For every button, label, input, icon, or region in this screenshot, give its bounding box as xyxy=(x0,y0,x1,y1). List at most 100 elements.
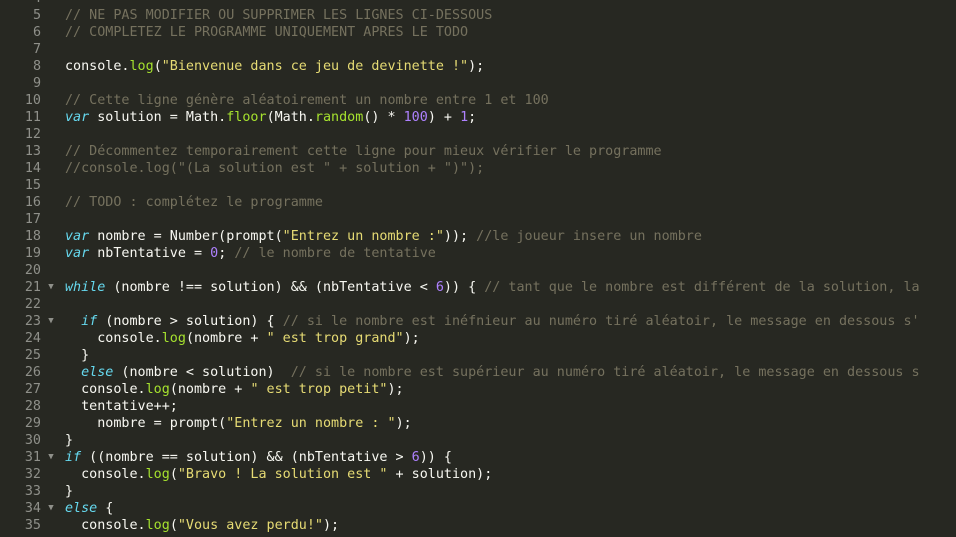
token-string: "Vous avez perdu!" xyxy=(177,518,323,533)
token-comment: // Cette ligne génère aléatoirement un n… xyxy=(65,93,549,108)
token-keyword: while xyxy=(65,280,106,295)
code-text: nombre = prompt("Entrez un nombre : "); xyxy=(65,415,412,432)
line-number: 13 xyxy=(24,144,41,159)
code-line[interactable]: 19 var nbTentative = 0; // le nombre de t… xyxy=(0,245,956,262)
token-keyword: var xyxy=(65,110,90,125)
code-line[interactable]: 27 console.log(nombre + " est trop petit… xyxy=(0,381,956,398)
code-line[interactable]: 29 nombre = prompt("Entrez un nombre : "… xyxy=(0,415,956,432)
fold-arrow-icon[interactable]: ▼ xyxy=(45,500,57,517)
token-keyword: else xyxy=(65,501,98,516)
code-line[interactable]: 14 //console.log("(La solution est " + so… xyxy=(0,160,956,177)
line-number: 18 xyxy=(24,229,41,244)
code-line[interactable]: 31 ▼ if ((nombre == solution) && (nbTentat… xyxy=(0,449,956,466)
code-line[interactable]: 28 tentative++; xyxy=(0,398,956,415)
code-line[interactable]: 18 var nombre = Number(prompt("Entrez un … xyxy=(0,228,956,245)
token-plain: (nombre + xyxy=(185,331,267,346)
code-line[interactable]: 6 // COMPLETEZ LE PROGRAMME UNIQUEMENT AP… xyxy=(0,24,956,41)
fold-arrow-icon[interactable]: ▼ xyxy=(45,313,57,330)
code-line[interactable]: 12 xyxy=(0,126,956,143)
code-line[interactable]: 21 ▼ while (nombre !== solution) && (nbTen… xyxy=(0,279,956,296)
code-line[interactable]: 10 // Cette ligne génère aléatoirement un… xyxy=(0,92,956,109)
code-line[interactable]: 26 else (nombre < solution) // si le nom… xyxy=(0,364,956,381)
token-plain: ((nombre == solution) && (nbTentative > xyxy=(81,450,412,465)
token-method: log xyxy=(145,382,170,397)
code-line[interactable]: 16 // TODO : complétez le programme xyxy=(0,194,956,211)
code-line[interactable]: 4 xyxy=(0,0,956,7)
line-number: 32 xyxy=(24,467,41,482)
code-line[interactable]: 13 // Décommentez temporairement cette li… xyxy=(0,143,956,160)
code-line[interactable]: 9 xyxy=(0,75,956,92)
token-number: 6 xyxy=(411,450,420,465)
line-number: 22 xyxy=(24,297,41,312)
code-line[interactable]: 23 ▼ if (nombre > solution) { // si le no… xyxy=(0,313,956,330)
code-text: if (nombre > solution) { // si le nombre… xyxy=(65,313,919,330)
line-number: 14 xyxy=(24,161,41,176)
code-text: console.log("Vous avez perdu!"); xyxy=(65,517,339,534)
code-line[interactable]: 34 ▼ else { xyxy=(0,500,956,517)
token-plain: () * xyxy=(363,110,404,125)
code-lines[interactable]: 45 // NE PAS MODIFIER OU SUPPRIMER LES LI… xyxy=(0,0,956,534)
code-text: tentative++; xyxy=(65,398,178,415)
token-plain: )) { xyxy=(443,280,485,295)
code-line[interactable]: 11 var solution = Math.floor(Math.random(… xyxy=(0,109,956,126)
code-line[interactable]: 32 console.log("Bravo ! La solution est … xyxy=(0,466,956,483)
token-plain: { xyxy=(97,501,114,516)
token-keyword: else xyxy=(81,365,114,380)
token-string: "Bravo ! La solution est " xyxy=(177,467,388,482)
code-line[interactable]: 8 console.log("Bienvenue dans ce jeu de d… xyxy=(0,58,956,75)
line-number: 25 xyxy=(24,348,41,363)
token-plain: console. xyxy=(65,518,146,533)
code-text: while (nombre !== solution) && (nbTentat… xyxy=(65,279,920,296)
token-plain: solution = Math. xyxy=(89,110,227,125)
token-plain: ); xyxy=(387,382,404,397)
code-line[interactable]: 30} xyxy=(0,432,956,449)
code-line[interactable]: 20 xyxy=(0,262,956,279)
code-text: } xyxy=(65,432,73,449)
code-line[interactable]: 22 xyxy=(0,296,956,313)
code-text: if ((nombre == solution) && (nbTentative… xyxy=(65,449,452,466)
token-string: "Entrez un nombre : " xyxy=(226,416,396,431)
token-plain: console. xyxy=(65,59,130,74)
token-string: "Entrez un nombre :" xyxy=(282,229,444,244)
code-line[interactable]: 7 xyxy=(0,41,956,58)
fold-arrow-icon[interactable]: ▼ xyxy=(45,279,57,296)
token-number: 0 xyxy=(210,246,219,261)
line-number: 17 xyxy=(24,212,41,227)
token-plain: ; xyxy=(468,110,477,125)
token-plain: } xyxy=(65,348,90,363)
token-keyword: var xyxy=(65,229,90,244)
code-line[interactable]: 5 // NE PAS MODIFIER OU SUPPRIMER LES LIG… xyxy=(0,7,956,24)
code-line[interactable]: 17 xyxy=(0,211,956,228)
line-number: 15 xyxy=(24,178,41,193)
token-comment: //console.log("(La solution est " + solu… xyxy=(65,161,485,176)
code-line[interactable]: 15 xyxy=(0,177,956,194)
code-line[interactable]: 35 console.log("Vous avez perdu!"); xyxy=(0,517,956,534)
token-number: 1 xyxy=(460,110,469,125)
line-number: 30 xyxy=(24,433,41,448)
token-comment: // tant que le nombre est différent de l… xyxy=(484,280,920,295)
line-number: 23 xyxy=(24,314,41,329)
token-plain: ) + xyxy=(427,110,461,125)
line-number: 10 xyxy=(24,93,41,108)
token-plain: (nombre + xyxy=(169,382,251,397)
line-number: 11 xyxy=(24,110,41,125)
token-plain: ); xyxy=(395,416,412,431)
token-plain: console. xyxy=(65,331,162,346)
token-plain: } xyxy=(65,433,74,448)
code-line[interactable]: 24 console.log(nombre + " est trop grand… xyxy=(0,330,956,347)
line-number: 21 xyxy=(24,280,41,295)
code-text: } xyxy=(65,347,89,364)
fold-arrow-icon[interactable]: ▼ xyxy=(45,449,57,466)
code-line[interactable]: 33} xyxy=(0,483,956,500)
line-number: 28 xyxy=(24,399,41,414)
token-keyword: if xyxy=(65,450,82,465)
code-text: console.log("Bravo ! La solution est " +… xyxy=(65,466,492,483)
token-number: 6 xyxy=(435,280,444,295)
token-string: "Bienvenue dans ce jeu de devinette !" xyxy=(161,59,469,74)
code-line[interactable]: 25 } xyxy=(0,347,956,364)
line-number: 27 xyxy=(24,382,41,397)
line-number: 35 xyxy=(24,518,41,533)
code-editor[interactable]: 45 // NE PAS MODIFIER OU SUPPRIMER LES LI… xyxy=(0,0,956,537)
line-number: 7 xyxy=(32,42,41,57)
